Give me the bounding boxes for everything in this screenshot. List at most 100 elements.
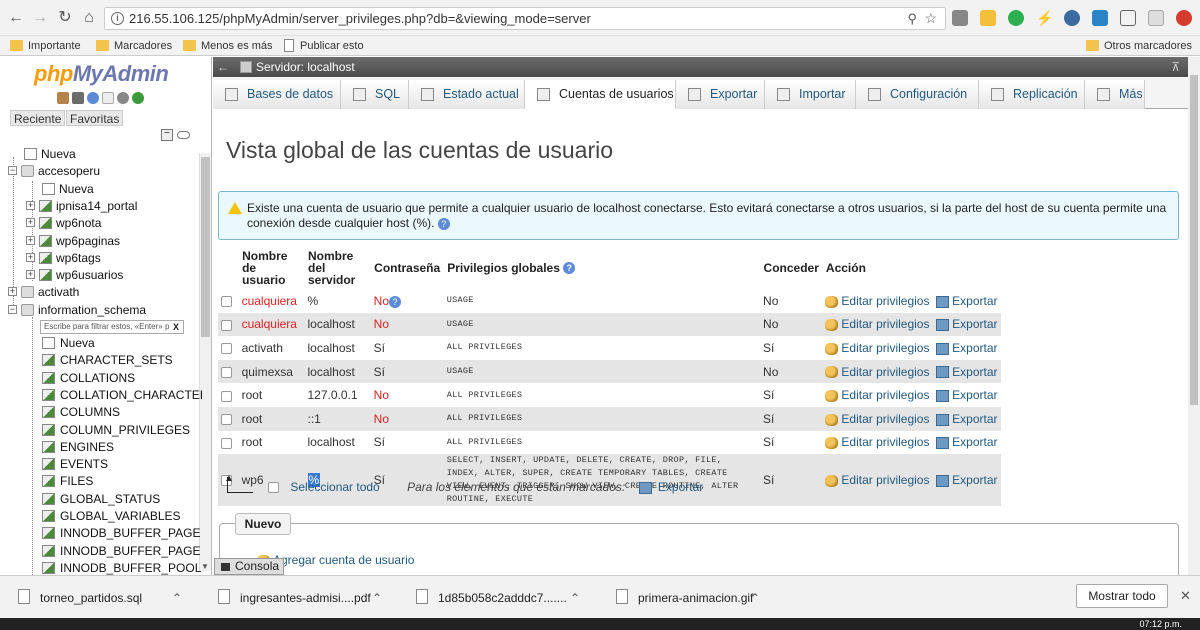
expand-icon[interactable]: + [8,287,17,297]
expand-icon[interactable]: + [26,252,35,262]
edit-privileges-button[interactable]: Editar privilegios [825,294,929,308]
info-icon[interactable]: i [111,12,124,25]
key-icon[interactable]: ⚲ [907,8,917,29]
row-checkbox[interactable] [221,366,232,378]
edit-privileges-button[interactable]: Editar privilegios [825,412,929,426]
chevron-up-icon[interactable]: ⌃ [372,585,382,611]
select-all-label[interactable]: Seleccionar todo [290,480,379,494]
tab-reciente[interactable]: Reciente [10,110,66,126]
scrollbar-thumb[interactable] [1190,75,1198,405]
extension-blue-icon[interactable] [1064,10,1080,26]
collapse-icon[interactable]: − [8,304,17,314]
collapse-all-icon[interactable]: − [161,129,173,141]
tab-7[interactable]: Replicación [979,80,1085,109]
expand-icon[interactable]: + [26,218,35,228]
download-item[interactable]: 1d85b058c2adddc7....... ⌃ [398,585,580,611]
export-button[interactable]: Exportar [936,473,998,487]
close-icon[interactable]: ✕ [1180,588,1191,604]
export-button[interactable]: Exportar [936,317,998,331]
collapse-nav-icon[interactable]: ← [217,57,229,77]
docs-icon[interactable] [102,92,114,104]
help-icon[interactable]: ? [389,295,402,308]
link-icon[interactable] [177,131,190,139]
select-all-checkbox[interactable] [268,482,279,494]
scrollbar-thumb[interactable] [201,157,210,337]
logout-icon[interactable] [72,92,84,104]
gear-icon[interactable] [117,92,129,104]
edit-privileges-button[interactable]: Editar privilegios [825,435,929,449]
export-button[interactable]: Exportar [936,365,998,379]
row-checkbox[interactable] [221,437,232,449]
extension-s-icon[interactable] [1092,10,1108,26]
tab-0[interactable]: Bases de datos [213,80,341,109]
export-button[interactable]: Exportar [936,341,998,355]
header-grant[interactable]: Conceder [760,247,823,289]
table-filter-input[interactable]: Escribe para filtrar estos, «Enter» p [40,320,184,334]
home-icon[interactable]: ⌂ [79,8,99,28]
download-item[interactable]: torneo_partidos.sql ⌃ [0,585,182,611]
row-checkbox[interactable] [221,414,232,426]
bookmark-menos-es-mas[interactable]: Menos es más [183,39,273,53]
edit-privileges-button[interactable]: Editar privilegios [825,365,929,379]
cast-icon[interactable] [1120,10,1136,26]
bulk-export-button[interactable]: Exportar [658,480,703,494]
expand-icon[interactable]: + [26,270,35,280]
row-checkbox[interactable] [221,390,232,402]
edit-privileges-button[interactable]: Editar privilegios [825,341,929,355]
tab-4[interactable]: Exportar [676,80,765,109]
extension-red-icon[interactable] [1176,10,1192,26]
phpmyadmin-logo[interactable]: phpMyAdmin [34,61,169,87]
home-icon[interactable] [57,92,69,104]
extension-green-icon[interactable] [1008,10,1024,26]
help-icon[interactable]: ? [437,217,450,230]
download-item[interactable]: ingresantes-admisi....pdf ⌃ [200,585,382,611]
export-button[interactable]: Exportar [936,294,998,308]
edit-privileges-button[interactable]: Editar privilegios [825,317,929,331]
main-scrollbar[interactable] [1188,57,1200,575]
refresh-icon[interactable] [132,92,144,104]
tab-favoritas[interactable]: Favoritas [66,110,124,126]
tab-6[interactable]: Configuración [856,80,979,109]
bolt-icon[interactable]: ⚡ [1036,10,1053,26]
show-all-downloads-button[interactable]: Mostrar todo [1076,584,1168,608]
tab-8[interactable]: Más [1085,80,1145,109]
row-checkbox[interactable] [221,343,232,355]
bookmark-otros-marcadores[interactable]: Otros marcadores [1086,39,1192,53]
pdf-extension-icon[interactable] [1148,10,1164,26]
sidebar-scrollbar[interactable] [199,153,211,571]
bookmark-importante[interactable]: Importante [10,39,81,53]
edit-privileges-button[interactable]: Editar privilegios [825,388,929,402]
server-link[interactable]: Servidor: localhost [256,57,355,77]
address-bar[interactable]: i 216.55.106.125/phpMyAdmin/server_privi… [104,7,946,30]
chevron-up-icon[interactable]: ⌃ [570,585,580,611]
header-user[interactable]: Nombre de usuario [238,247,305,289]
gmail-icon[interactable] [952,10,968,26]
back-icon[interactable]: ← [6,8,26,28]
reload-icon[interactable]: ↻ [55,8,75,28]
expand-icon[interactable]: + [26,200,35,210]
tab-1[interactable]: SQL [341,80,409,109]
tab-3[interactable]: Cuentas de usuarios [525,80,676,109]
scroll-top-icon[interactable]: ⊼ [1171,57,1180,77]
collapse-icon[interactable]: − [8,166,17,176]
expand-icon[interactable]: + [26,235,35,245]
console-button[interactable]: Consola [214,558,284,575]
header-host[interactable]: Nombre del servidor [304,247,372,289]
bookmark-publicar-esto[interactable]: Publicar esto [282,39,364,53]
help-icon[interactable]: ? [563,262,576,275]
edit-privileges-button[interactable]: Editar privilegios [825,473,929,487]
chevron-up-icon[interactable]: ⌃ [172,585,182,611]
clear-filter-button[interactable]: X [170,321,182,333]
export-button[interactable]: Exportar [936,435,998,449]
download-item[interactable]: primera-animacion.gif ⌃ [598,585,760,611]
header-password[interactable]: Contraseña [370,247,445,289]
bookmark-marcadores[interactable]: Marcadores [96,39,172,53]
row-checkbox[interactable] [221,319,232,331]
scroll-down-icon[interactable]: ▼ [201,562,209,571]
star-icon[interactable]: ☆ [924,8,937,29]
row-checkbox[interactable] [221,296,232,308]
help-icon[interactable] [87,92,99,104]
forward-icon[interactable]: → [30,8,50,28]
export-button[interactable]: Exportar [936,412,998,426]
export-button[interactable]: Exportar [936,388,998,402]
